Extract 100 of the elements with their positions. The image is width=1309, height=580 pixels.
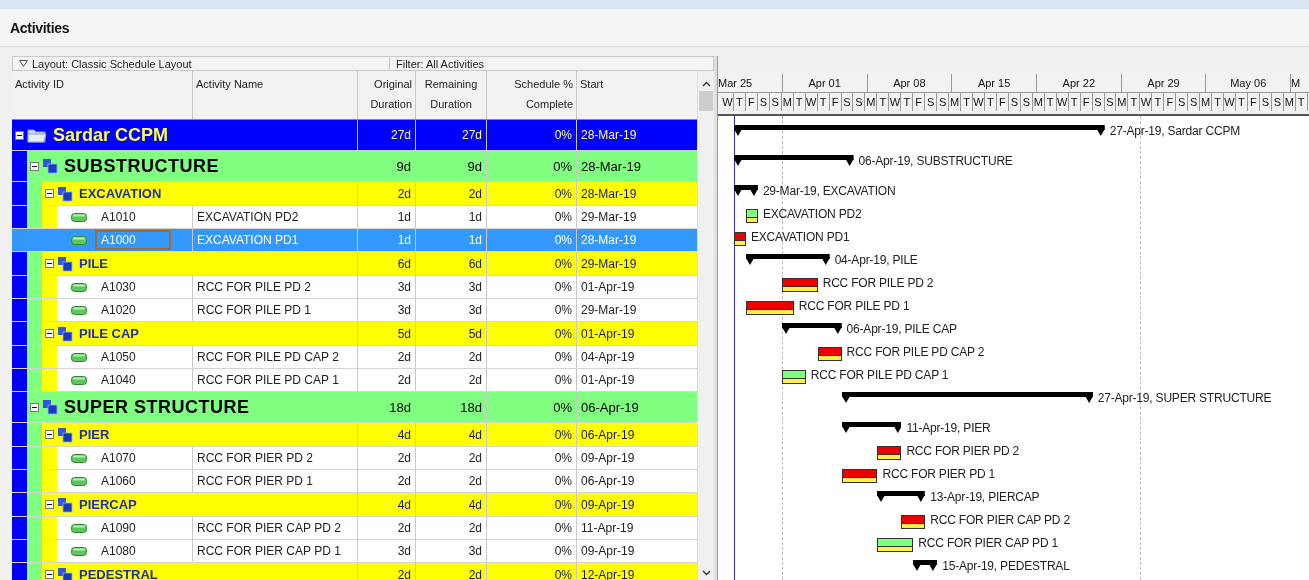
activity-row[interactable]: A1020 RCC FOR PILE PD 1 3d 3d 0% 29-Mar-19 (12, 299, 697, 322)
day-label: W (973, 93, 985, 111)
percent-complete: 0% (487, 517, 577, 539)
column-header[interactable]: Remaining Duration (416, 71, 487, 119)
percent-complete: 0% (487, 322, 577, 345)
scroll-thumb[interactable] (699, 91, 713, 111)
remaining-duration: 2d (416, 346, 487, 368)
week-label: May 06 (1206, 74, 1292, 92)
day-label: S (1092, 93, 1105, 111)
wbs-row[interactable]: PILE CAP 5d 5d 0% 01-Apr-19 (12, 322, 697, 346)
activity-bar[interactable] (781, 370, 806, 384)
collapse-icon[interactable] (30, 161, 39, 171)
activity-row[interactable]: A1030 RCC FOR PILE PD 2 3d 3d 0% 01-Apr-19 (12, 276, 697, 299)
critical-activity-bar[interactable] (745, 301, 794, 315)
wbs-name: PEDESTRAL (79, 567, 158, 580)
percent-complete: 0% (487, 182, 577, 205)
scroll-down-icon[interactable] (701, 570, 711, 576)
original-duration: 3d (358, 276, 416, 298)
day-label: S (1008, 93, 1021, 111)
layout-button[interactable]: Layout: Classic Schedule Layout (12, 56, 390, 71)
collapse-icon[interactable] (45, 500, 54, 509)
filter-button[interactable]: Filter: All Activities (390, 56, 714, 71)
day-label: M (865, 93, 878, 111)
week-label: Apr 15 (952, 74, 1037, 92)
critical-activity-bar[interactable] (733, 232, 746, 246)
day-label: F (829, 93, 842, 111)
critical-activity-bar[interactable] (877, 446, 902, 460)
bar-label: 15-Apr-19, PEDESTRAL (942, 559, 1070, 573)
collapse-icon[interactable] (45, 570, 54, 579)
activity-row[interactable]: A1040 RCC FOR PILE PD CAP 1 2d 2d 0% 01-Apr-19 (12, 369, 697, 392)
week-label: Apr 08 (867, 74, 953, 92)
wbs-row[interactable]: PIERCAP 4d 4d 0% 09-Apr-19 (12, 493, 697, 517)
day-label: T (1128, 93, 1141, 111)
day-label: W (805, 93, 818, 111)
activity-bar-icon (71, 352, 87, 362)
activity-name: RCC FOR PIER PD 1 (193, 470, 358, 492)
collapse-icon[interactable] (45, 259, 54, 268)
activity-row[interactable]: A1080 RCC FOR PIER CAP PD 1 3d 3d 0% 09-Apr-19 (12, 540, 697, 563)
column-header[interactable]: Original Duration (358, 71, 416, 119)
wbs-row[interactable]: Sardar CCPM 27d 27d 0% 28-Mar-19 (12, 120, 697, 151)
day-label: T (1212, 93, 1225, 111)
bar-label: RCC FOR PILE PD 2 (822, 276, 934, 290)
bar-label: 27-Apr-19, SUPER STRUCTURE (1097, 391, 1272, 405)
wbs-row[interactable]: EXCAVATION 2d 2d 0% 28-Mar-19 (12, 182, 697, 206)
original-duration: 2d (358, 346, 416, 368)
week-label: Mar 25 (718, 74, 783, 92)
critical-activity-bar[interactable] (901, 515, 926, 529)
percent-complete: 0% (487, 447, 577, 469)
activity-row[interactable]: A1070 RCC FOR PIER PD 2 2d 2d 0% 09-Apr-19 (12, 447, 697, 470)
critical-activity-bar[interactable] (781, 278, 818, 292)
collapse-icon[interactable] (45, 189, 54, 198)
percent-complete: 0% (487, 493, 577, 516)
day-label: M (1283, 93, 1296, 111)
activity-bar-icon (71, 476, 87, 486)
activity-name: RCC FOR PILE PD 1 (193, 299, 358, 321)
activity-bar[interactable] (745, 209, 758, 223)
column-header[interactable]: Schedule % Complete (487, 71, 577, 119)
activity-id: A1050 (100, 349, 137, 366)
stacked-squares-icon (42, 158, 58, 174)
original-duration: 2d (358, 182, 416, 205)
column-header[interactable]: Activity ID (12, 71, 193, 119)
original-duration: 2d (358, 369, 416, 391)
column-header[interactable]: Activity Name (193, 71, 358, 119)
day-label: S (925, 93, 938, 111)
wbs-row[interactable]: SUPER STRUCTURE 18d 18d 0% 06-Apr-19 (12, 392, 697, 423)
activity-row[interactable]: A1060 RCC FOR PIER PD 1 2d 2d 0% 06-Apr-19 (12, 470, 697, 493)
critical-activity-bar[interactable] (841, 469, 878, 483)
activity-row[interactable]: A1090 RCC FOR PIER CAP PD 2 2d 2d 0% 11-Apr-19 (12, 517, 697, 540)
wbs-row[interactable]: PILE 6d 6d 0% 29-Mar-19 (12, 252, 697, 276)
original-duration: 2d (358, 447, 416, 469)
collapse-icon[interactable] (15, 130, 24, 140)
wbs-row[interactable]: PIER 4d 4d 0% 06-Apr-19 (12, 423, 697, 447)
bar-label: 11-Apr-19, PIER (906, 421, 991, 435)
stacked-squares-icon (57, 325, 73, 342)
day-label: T (1044, 93, 1057, 111)
day-label: S (853, 93, 866, 111)
collapse-icon[interactable] (45, 329, 54, 338)
summary-bar (733, 185, 758, 196)
stacked-squares-icon (57, 255, 73, 272)
stacked-squares-icon (57, 185, 73, 202)
critical-activity-bar[interactable] (817, 347, 842, 361)
original-duration: 9d (358, 151, 416, 181)
wbs-name: PIERCAP (79, 497, 137, 512)
activity-bar[interactable] (877, 538, 914, 552)
remaining-duration: 6d (416, 252, 487, 275)
collapse-icon[interactable] (45, 430, 54, 439)
activity-name: RCC FOR PIER PD 2 (193, 447, 358, 469)
percent-complete: 0% (487, 252, 577, 275)
remaining-duration: 27d (416, 120, 487, 150)
activity-row[interactable]: A1010 EXCAVATION PD2 1d 1d 0% 29-Mar-19 (12, 206, 697, 229)
summary-bar (841, 422, 902, 433)
activity-row[interactable]: A1050 RCC FOR PILE PD CAP 2 2d 2d 0% 04-Apr-19 (12, 346, 697, 369)
wbs-row[interactable]: SUBSTRUCTURE 9d 9d 0% 28-Mar-19 (12, 151, 697, 182)
vertical-scrollbar[interactable] (697, 71, 714, 580)
original-duration: 2d (358, 470, 416, 492)
day-label: W (1140, 93, 1153, 111)
bar-label: RCC FOR PILE PD CAP 2 (846, 345, 985, 359)
week-label: Apr 29 (1121, 74, 1207, 92)
collapse-icon[interactable] (30, 402, 39, 412)
scroll-up-icon[interactable] (701, 81, 711, 87)
